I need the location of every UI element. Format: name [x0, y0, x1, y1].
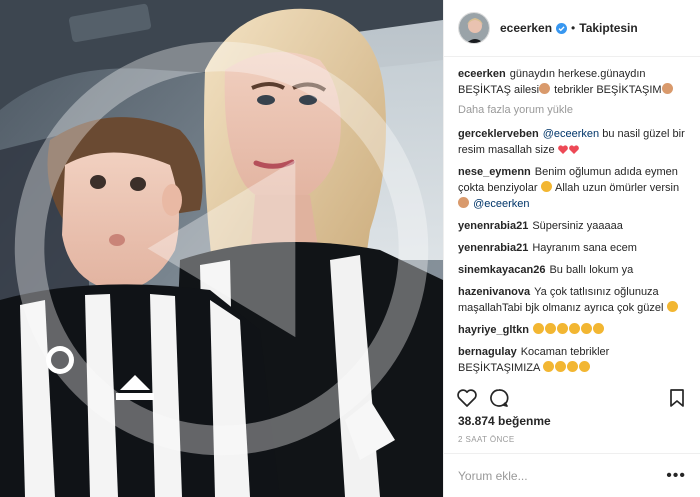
comment-text: Süpersiniz yaaaaa	[532, 220, 623, 232]
comment-item: yenenrabia21 Hayranım sana ecem	[458, 240, 692, 256]
clap-emoji-icon	[554, 361, 566, 372]
clap-emoji-icon	[542, 361, 554, 372]
comment-username[interactable]: sinemkayacan26	[458, 264, 545, 276]
separator-dot: •	[571, 21, 576, 35]
comment-item: gerceklerveben @eceerken bu nasil güzel b…	[458, 126, 692, 158]
avatar[interactable]	[458, 12, 490, 44]
comment-username[interactable]: nese_eymenn	[458, 166, 531, 178]
comment-username[interactable]: yenenrabia21	[458, 220, 528, 232]
smile-emoji-icon	[540, 181, 552, 192]
comment-text: Hayranım sana ecem	[532, 242, 637, 254]
caption-text-2: tebrikler BEŞİKTAŞIM	[551, 84, 662, 96]
post-sidebar: eceerken • Takiptesin eceerken günaydın h…	[443, 0, 700, 497]
comment-button[interactable]	[488, 387, 510, 409]
heart-emoji-icon	[568, 145, 579, 154]
post-actions	[456, 386, 688, 410]
clap-emoji-icon	[544, 323, 556, 334]
clap-emoji-icon	[592, 323, 604, 334]
comment-mention[interactable]: @eceerken	[543, 128, 599, 140]
comment-text: Bu ballı lokum ya	[549, 264, 634, 276]
follow-status-button[interactable]: Takiptesin	[579, 21, 637, 35]
comment-icon	[490, 389, 509, 407]
comment-username[interactable]: hayriye_gltkn	[458, 324, 529, 336]
like-count[interactable]: 38.874 beğenme	[458, 414, 551, 428]
heart-emoji-icon	[557, 145, 568, 154]
pray-emoji-icon	[458, 197, 469, 208]
bookmark-button[interactable]	[666, 387, 688, 409]
caption-username[interactable]: eceerken	[458, 68, 506, 80]
comment-item: sinemkayacan26 Bu ballı lokum ya	[458, 262, 692, 278]
comment-username[interactable]: hazenivanova	[458, 286, 530, 298]
avatar-image	[459, 13, 489, 43]
comment-item: hayriye_gltkn	[458, 322, 692, 338]
clap-emoji-icon	[532, 323, 544, 334]
hand-emoji-icon	[539, 83, 551, 94]
load-more-comments[interactable]: Daha fazla yorum yükle	[458, 104, 692, 116]
comment-mention[interactable]: @eceerken	[473, 198, 529, 210]
more-icon[interactable]: •••	[666, 467, 686, 485]
comment-text-2: Allah uzun ömürler versin	[552, 182, 680, 194]
heart-eyes-emoji-icon	[666, 301, 678, 312]
clap-emoji-icon	[578, 361, 590, 372]
post-header: eceerken • Takiptesin	[444, 0, 700, 57]
clap-emoji-icon	[566, 361, 578, 372]
comment-input[interactable]	[458, 468, 638, 483]
comment-item: nese_eymenn Benim oğlumun adıda eymen çok…	[458, 164, 692, 212]
comment-item: hazenivanova Ya çok tatlısınız oğlunuza m…	[458, 284, 692, 316]
clap-emoji-icon	[556, 323, 568, 334]
comment-username[interactable]: gerceklerveben	[458, 128, 539, 140]
clap-emoji-icon	[568, 323, 580, 334]
verified-icon	[556, 22, 568, 34]
bookmark-icon	[670, 389, 684, 407]
like-button[interactable]	[456, 387, 478, 409]
comments-list: eceerken günaydın herkese.günaydın BEŞİKT…	[458, 66, 692, 386]
like-icon	[457, 389, 477, 407]
comment-composer: •••	[444, 453, 700, 497]
instagram-post-view: eceerken • Takiptesin eceerken günaydın h…	[0, 0, 700, 497]
hand-emoji-icon	[661, 83, 673, 94]
comment-username[interactable]: bernagulay	[458, 346, 517, 358]
post-timestamp[interactable]: 2 SAAT ÖNCE	[458, 435, 515, 444]
comment-item: bernagulay Kocaman tebrikler BEŞİKTAŞIMIZ…	[458, 344, 692, 376]
header-username[interactable]: eceerken	[500, 21, 552, 35]
caption: eceerken günaydın herkese.günaydın BEŞİKT…	[458, 66, 692, 98]
post-photo[interactable]	[0, 0, 443, 497]
comment-item: yenenrabia21 Süpersiniz yaaaaa	[458, 218, 692, 234]
watermark-logo	[14, 41, 429, 456]
clap-emoji-icon	[580, 323, 592, 334]
comment-username[interactable]: yenenrabia21	[458, 242, 528, 254]
